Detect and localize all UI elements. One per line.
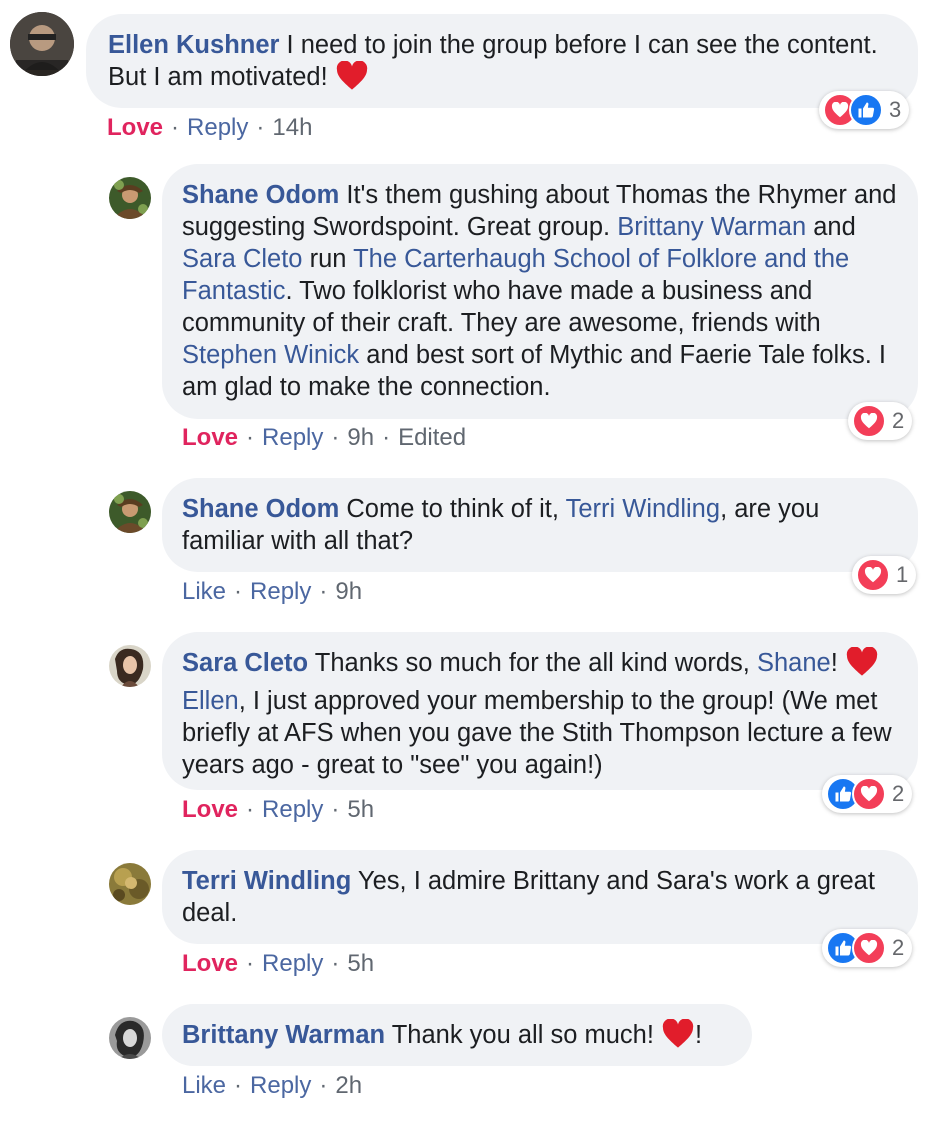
- reply-button[interactable]: Reply: [262, 424, 323, 451]
- heart-icon: [852, 777, 886, 811]
- avatar[interactable]: [109, 1017, 151, 1059]
- comment-bubble: Shane Odom It's them gushing about Thoma…: [162, 164, 918, 419]
- comment-author[interactable]: Shane Odom: [182, 181, 339, 209]
- comment-bubble: Terri Windling Yes, I admire Brittany an…: [162, 850, 918, 944]
- heart-emoji-icon: [845, 646, 879, 685]
- like-icon: [849, 93, 883, 127]
- love-button[interactable]: Love: [182, 796, 238, 823]
- comment-actions: Love · Reply · 14h: [107, 114, 313, 141]
- comment-bubble: Sara Cleto Thanks so much for the all ki…: [162, 632, 918, 790]
- reaction-count: 2: [892, 781, 905, 806]
- comment-text: Come to think of it,: [346, 495, 559, 523]
- comment-text: Thank you all so much!: [391, 1021, 654, 1049]
- comment-text: !: [830, 649, 838, 677]
- comment-text: and: [813, 213, 856, 241]
- edited-label[interactable]: Edited: [398, 424, 466, 451]
- mention-link[interactable]: Shane: [757, 649, 831, 677]
- reply-button[interactable]: Reply: [187, 114, 248, 141]
- timestamp[interactable]: 2h: [335, 1072, 362, 1099]
- mention-link[interactable]: Sara Cleto: [182, 245, 302, 273]
- comment-author[interactable]: Ellen Kushner: [108, 31, 279, 59]
- comment-bubble: Ellen Kushner I need to join the group b…: [86, 14, 918, 108]
- heart-emoji-icon: [661, 1018, 695, 1057]
- comment-actions: Love · Reply · 9h · Edited: [182, 424, 467, 451]
- mention-link[interactable]: Brittany Warman: [617, 213, 806, 241]
- like-button[interactable]: Like: [182, 578, 226, 605]
- reaction-summary[interactable]: 2: [822, 775, 913, 813]
- comment-author[interactable]: Sara Cleto: [182, 649, 308, 677]
- timestamp[interactable]: 5h: [347, 950, 374, 977]
- heart-icon: [852, 404, 886, 438]
- reaction-count: 1: [896, 562, 909, 587]
- heart-icon: [856, 558, 890, 592]
- avatar[interactable]: [109, 491, 151, 533]
- love-button[interactable]: Love: [182, 950, 238, 977]
- comment-author[interactable]: Terri Windling: [182, 867, 351, 895]
- comment-bubble: Brittany Warman Thank you all so much! !: [162, 1004, 752, 1066]
- comment-actions: Love · Reply · 5h: [182, 950, 375, 977]
- comment-text: !: [695, 1021, 703, 1049]
- comment-author[interactable]: Shane Odom: [182, 495, 339, 523]
- comment-actions: Love · Reply · 5h: [182, 796, 375, 823]
- reaction-summary[interactable]: 2: [822, 929, 913, 967]
- avatar[interactable]: [109, 645, 151, 687]
- comment-text: , I just approved your membership to the…: [182, 687, 892, 779]
- heart-icon: [852, 931, 886, 965]
- avatar[interactable]: [109, 177, 151, 219]
- reaction-summary[interactable]: 3: [819, 91, 910, 129]
- timestamp[interactable]: 5h: [347, 796, 374, 823]
- comment-author[interactable]: Brittany Warman: [182, 1021, 385, 1049]
- mention-link[interactable]: Stephen Winick: [182, 341, 359, 369]
- comment-bubble: Shane Odom Come to think of it, Terri Wi…: [162, 478, 918, 572]
- avatar[interactable]: [10, 12, 74, 76]
- reaction-count: 2: [892, 408, 905, 433]
- timestamp[interactable]: 9h: [335, 578, 362, 605]
- love-button[interactable]: Love: [182, 424, 238, 451]
- reaction-summary[interactable]: 2: [848, 402, 913, 440]
- mention-link[interactable]: Ellen: [182, 687, 239, 715]
- mention-link[interactable]: Terri Windling: [566, 495, 720, 523]
- comment-actions: Like · Reply · 9h: [182, 578, 363, 605]
- heart-emoji-icon: [335, 60, 369, 99]
- love-button[interactable]: Love: [107, 114, 163, 141]
- comment-actions: Like · Reply · 2h: [182, 1072, 363, 1099]
- like-button[interactable]: Like: [182, 1072, 226, 1099]
- reaction-count: 3: [889, 97, 902, 122]
- reply-button[interactable]: Reply: [250, 1072, 311, 1099]
- reaction-count: 2: [892, 935, 905, 960]
- comment-text: Thanks so much for the all kind words,: [314, 649, 750, 677]
- reply-button[interactable]: Reply: [262, 796, 323, 823]
- reaction-summary[interactable]: 1: [852, 556, 917, 594]
- timestamp[interactable]: 9h: [347, 424, 374, 451]
- comment-text: run: [309, 245, 347, 273]
- avatar[interactable]: [109, 863, 151, 905]
- reply-button[interactable]: Reply: [262, 950, 323, 977]
- reply-button[interactable]: Reply: [250, 578, 311, 605]
- timestamp[interactable]: 14h: [272, 114, 312, 141]
